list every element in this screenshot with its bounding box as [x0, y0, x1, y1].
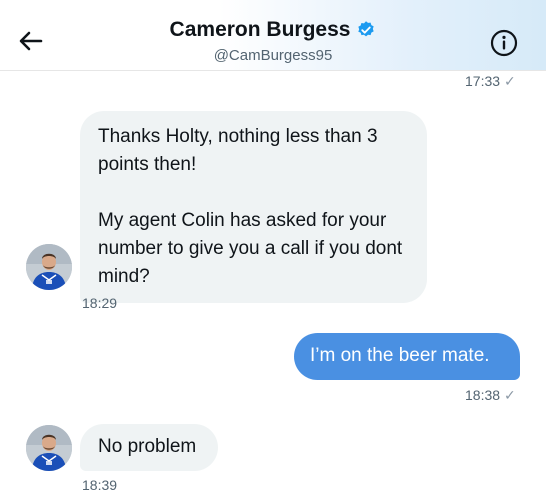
- message-timestamp: 18:29: [82, 295, 118, 311]
- sent-check-icon: ✓: [504, 73, 516, 89]
- sent-message-bubble[interactable]: I’m on the beer mate.: [294, 333, 520, 380]
- message-timestamp: 17:33 ✓: [465, 73, 516, 89]
- message-timestamp: 18:39: [82, 477, 118, 493]
- info-icon[interactable]: [489, 28, 519, 58]
- received-message-bubble[interactable]: Thanks Holty, nothing less than 3 points…: [80, 111, 427, 303]
- verified-badge-icon: [356, 20, 376, 40]
- contact-handle: @CamBurgess95: [213, 47, 333, 64]
- message-text: My agent Colin has asked for your number…: [98, 210, 403, 287]
- message-text: Thanks Holty, nothing less than 3 points…: [98, 126, 378, 175]
- message-text: I’m on the beer mate.: [310, 345, 490, 366]
- contact-name: Cameron Burgess: [169, 18, 351, 41]
- message-text: No problem: [98, 436, 197, 457]
- avatar[interactable]: [26, 244, 72, 290]
- contact-title-block[interactable]: Cameron Burgess @CamBurgess95: [0, 18, 546, 64]
- received-message-bubble[interactable]: No problem: [80, 424, 218, 471]
- avatar[interactable]: [26, 425, 72, 471]
- sent-check-icon: ✓: [504, 387, 516, 403]
- message-timestamp: 18:38 ✓: [465, 387, 516, 403]
- conversation-header: Cameron Burgess @CamBurgess95: [0, 0, 546, 71]
